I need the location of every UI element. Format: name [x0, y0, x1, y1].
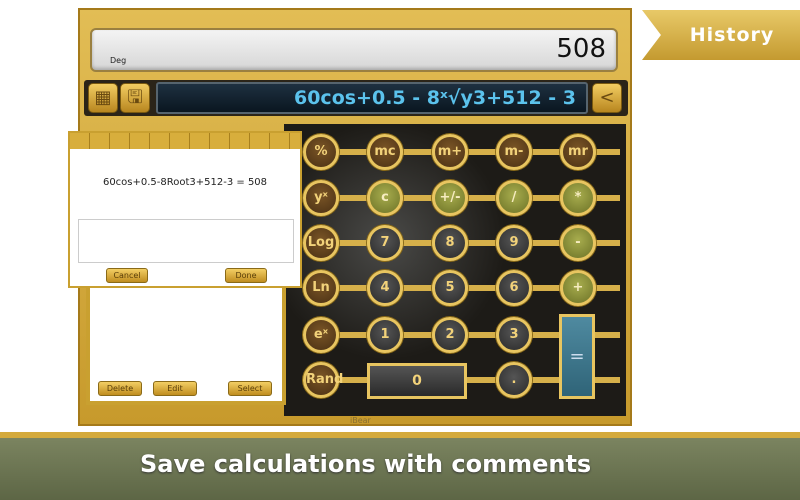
key-0[interactable]: 0	[367, 363, 467, 399]
grid-icon: ▦	[94, 87, 112, 108]
key[interactable]: m-	[496, 134, 532, 170]
key[interactable]: mr	[560, 134, 596, 170]
dialog-header	[70, 133, 300, 149]
key[interactable]: 3	[496, 317, 532, 353]
toolbar: ▦ 🖫 60cos+0.5 - 8ˣ√y3+512 - 3 <	[84, 80, 628, 116]
key[interactable]: Log	[303, 225, 339, 261]
done-button[interactable]: Done	[225, 268, 267, 283]
backspace-button[interactable]: <	[592, 83, 622, 113]
key[interactable]: 6	[496, 270, 532, 306]
key[interactable]: *	[560, 180, 596, 216]
key[interactable]: +/-	[432, 180, 468, 216]
cancel-button[interactable]: Cancel	[106, 268, 148, 283]
caption-text: Save calculations with comments	[140, 450, 592, 478]
angle-mode: Deg	[110, 56, 127, 65]
key[interactable]: 9	[496, 225, 532, 261]
key[interactable]: Rand	[303, 362, 343, 398]
key[interactable]: .	[496, 362, 532, 398]
floppy-disk-icon: 🖫	[127, 87, 143, 108]
save-button[interactable]: 🖫	[120, 83, 150, 113]
history-panel: Delete Edit Select	[86, 285, 286, 405]
key[interactable]: eˣ	[303, 317, 339, 353]
result-display: Deg 508	[90, 28, 618, 72]
caption-banner: Save calculations with comments	[0, 432, 800, 500]
select-button[interactable]: Select	[228, 381, 272, 396]
key[interactable]: 7	[367, 225, 403, 261]
result-value: 508	[556, 34, 606, 64]
history-tab[interactable]: History	[642, 10, 800, 60]
delete-button[interactable]: Delete	[98, 381, 142, 396]
key[interactable]: c	[367, 180, 403, 216]
expression-display: 60cos+0.5 - 8ˣ√y3+512 - 3	[156, 82, 588, 114]
key[interactable]: mc	[367, 134, 403, 170]
brand-label: iBear	[350, 416, 371, 425]
key[interactable]: 8	[432, 225, 468, 261]
key[interactable]: /	[496, 180, 532, 216]
comment-dialog: 60cos+0.5-8Root3+512-3 = 508 Cancel Done	[68, 131, 302, 288]
key[interactable]: 5	[432, 270, 468, 306]
edit-button[interactable]: Edit	[153, 381, 197, 396]
history-grid-button[interactable]: ▦	[88, 83, 118, 113]
key[interactable]: m+	[432, 134, 468, 170]
key-equals[interactable]: =	[559, 314, 595, 399]
key[interactable]: %	[303, 134, 339, 170]
key[interactable]: yˣ	[303, 180, 339, 216]
key[interactable]: 1	[367, 317, 403, 353]
key[interactable]: +	[560, 270, 596, 306]
key[interactable]: Ln	[303, 270, 339, 306]
key[interactable]: -	[560, 225, 596, 261]
key[interactable]: 4	[367, 270, 403, 306]
calculation-text: 60cos+0.5-8Root3+512-3 = 508	[102, 177, 268, 188]
key[interactable]: 2	[432, 317, 468, 353]
comment-input[interactable]	[78, 219, 294, 263]
